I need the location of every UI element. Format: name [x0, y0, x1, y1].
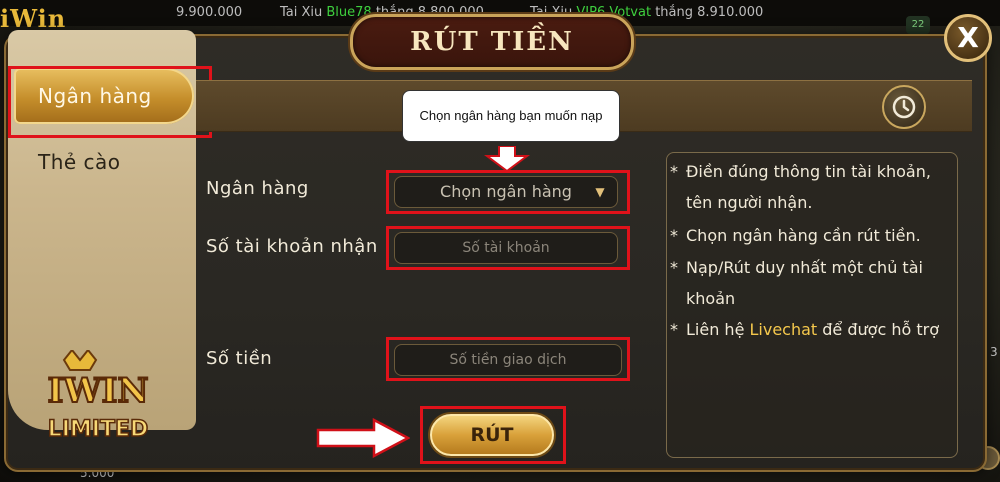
svg-text:LIMITED: LIMITED: [48, 417, 149, 442]
note-item: * Liên hệ Livechat để được hỗ trợ: [670, 320, 939, 339]
close-icon: X: [957, 21, 979, 54]
amount-input[interactable]: Số tiền giao dịch: [394, 344, 622, 376]
history-button[interactable]: [882, 85, 926, 129]
amount-placeholder: Số tiền giao dịch: [449, 352, 567, 368]
background-right-number: 3: [990, 345, 998, 359]
account-label: Số tài khoản nhận: [206, 236, 378, 257]
chevron-down-icon: ▼: [595, 185, 605, 199]
tab-card[interactable]: Thẻ cào: [14, 134, 194, 190]
tooltip: Chọn ngân hàng bạn muốn nạp: [402, 90, 620, 142]
note-item: * Nạp/Rút duy nhất một chủ tài khoản: [670, 258, 923, 308]
amount-label: Số tiền: [206, 348, 273, 369]
note-item: * Điền đúng thông tin tài khoản, tên ngườ…: [670, 162, 931, 212]
note-item: * Chọn ngân hàng cần rút tiền.: [670, 226, 921, 245]
down-arrow-icon: [484, 146, 530, 172]
svg-text:IWIN: IWIN: [47, 371, 148, 411]
right-arrow-icon: [316, 418, 410, 458]
tab-bank[interactable]: Ngân hàng: [14, 68, 194, 124]
dialog-title: RÚT TIỀN: [350, 14, 634, 70]
ticker-item: 9.900.000: [176, 5, 243, 20]
withdraw-button[interactable]: RÚT: [430, 414, 554, 456]
background-logo: iWin: [0, 4, 67, 33]
bank-label: Ngân hàng: [206, 178, 309, 199]
bank-select[interactable]: Chọn ngân hàng ▼: [394, 176, 618, 208]
close-button[interactable]: X: [944, 14, 992, 62]
iwin-limited-logo: IWIN LIMITED: [18, 348, 178, 450]
history-icon: [892, 95, 916, 119]
account-placeholder: Số tài khoản: [462, 240, 550, 256]
account-input[interactable]: Số tài khoản: [394, 232, 618, 264]
bank-select-value: Chọn ngân hàng: [440, 182, 572, 201]
livechat-link[interactable]: Livechat: [750, 320, 818, 339]
notification-badge: 22: [906, 16, 930, 34]
